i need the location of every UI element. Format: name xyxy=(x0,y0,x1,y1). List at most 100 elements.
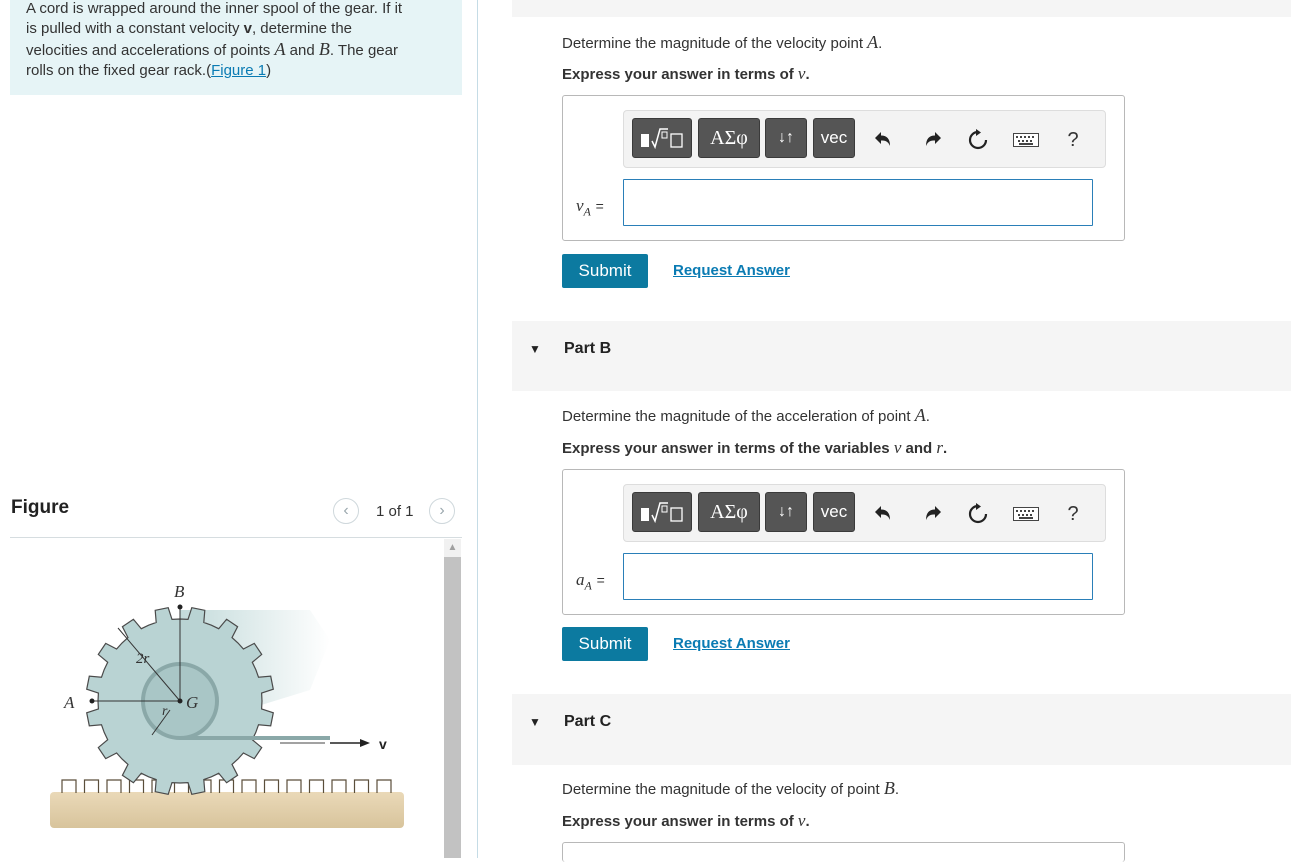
undo-icon[interactable] xyxy=(870,501,896,527)
rack-tooth xyxy=(353,779,370,793)
problem-line-2-text: is pulled with a constant velocity xyxy=(26,20,244,37)
part-b-label: Part B xyxy=(564,340,612,357)
keyboard-icon[interactable] xyxy=(1011,501,1041,527)
keyboard-icon[interactable] xyxy=(1011,127,1041,153)
part-a-instructions: Express your answer in terms of v. xyxy=(562,64,810,84)
collapse-triangle-icon[interactable]: ▼ xyxy=(529,715,541,729)
problem-line-4: rolls on the fixed gear rack.(Figure 1) xyxy=(26,61,446,81)
equals-sign: = xyxy=(595,198,604,214)
point-a-dot xyxy=(89,698,95,704)
figure-scrollbar[interactable]: ▲ xyxy=(444,539,461,858)
scroll-up-arrow-icon[interactable]: ▲ xyxy=(444,539,461,556)
part-b-question-text: Determine the magnitude of the accelerat… xyxy=(562,408,915,425)
gear-rack xyxy=(50,792,404,828)
paren-close: ) xyxy=(266,62,272,79)
part-a-answer-label: vA = xyxy=(576,196,604,219)
part-b-instr-var2: r xyxy=(936,438,943,457)
part-b-answer-label: aA = xyxy=(576,570,605,593)
part-a-instr-suffix: . xyxy=(805,66,810,83)
part-c-question-text: Determine the magnitude of the velocity … xyxy=(562,781,884,798)
part-a-submit-button[interactable]: Submit xyxy=(562,254,648,288)
part-a-request-answer-link[interactable]: Request Answer xyxy=(673,262,790,279)
part-a-question-text: Determine the magnitude of the velocity … xyxy=(562,35,868,52)
label-2r: 2r xyxy=(136,651,150,667)
rack-tooth xyxy=(308,779,325,793)
part-b-math-toolbar: ΑΣφ ↓↑ vec ? xyxy=(623,484,1106,542)
arrows-button[interactable]: ↓↑ xyxy=(765,118,807,158)
part-a-answer-box: ΑΣφ ↓↑ vec ? vA = xyxy=(562,95,1125,241)
problem-line-3: velocities and accelerations of points A… xyxy=(26,39,446,61)
part-b-submit-button[interactable]: Submit xyxy=(562,627,648,661)
point-b-dot xyxy=(177,604,183,610)
part-b-instructions: Express your answer in terms of the vari… xyxy=(562,438,947,458)
part-b-answer-input[interactable] xyxy=(623,553,1093,600)
part-b-request-answer-link[interactable]: Request Answer xyxy=(673,635,790,652)
part-b-question-suffix: . xyxy=(925,408,930,425)
rack-tooth xyxy=(376,779,392,793)
templates-icon xyxy=(641,502,683,524)
chevron-left-icon: ‹ xyxy=(343,502,349,519)
templates-icon xyxy=(641,128,683,150)
problem-statement: A cord is wrapped around the inner spool… xyxy=(10,0,462,95)
greek-symbols-button[interactable]: ΑΣφ xyxy=(698,492,760,532)
greek-symbols-button[interactable]: ΑΣφ xyxy=(698,118,760,158)
part-b-question-var: A xyxy=(914,405,926,425)
templates-button[interactable] xyxy=(632,492,692,532)
figure-next-button[interactable]: › xyxy=(429,498,455,524)
label-b: B xyxy=(174,582,185,601)
problem-line-3-tail: . The gear xyxy=(329,42,398,59)
rack-tooth xyxy=(241,779,257,793)
part-a-question-suffix: . xyxy=(878,35,883,52)
vec-button[interactable]: vec xyxy=(813,492,855,532)
problem-line-1: A cord is wrapped around the inner spool… xyxy=(26,0,403,17)
figure-prev-button[interactable]: ‹ xyxy=(333,498,359,524)
part-b-header[interactable]: ▼ Part B xyxy=(512,321,1291,391)
label-g: G xyxy=(186,693,198,712)
vec-button[interactable]: vec xyxy=(813,118,855,158)
point-a-symbol: A xyxy=(274,39,286,59)
rack-tooth xyxy=(106,779,122,793)
redo-icon[interactable] xyxy=(920,127,946,153)
part-c-header[interactable]: ▼ Part C xyxy=(512,694,1291,765)
part-b-answer-var: a xyxy=(576,570,585,589)
part-a-instr-text: Express your answer in terms of xyxy=(562,66,798,83)
label-v: v xyxy=(379,736,387,752)
undo-icon[interactable] xyxy=(870,127,896,153)
figure-link[interactable]: Figure 1 xyxy=(211,62,266,79)
part-a-question-var: A xyxy=(867,32,879,52)
part-a-math-toolbar: ΑΣφ ↓↑ vec ? xyxy=(623,110,1106,168)
collapse-triangle-icon[interactable]: ▼ xyxy=(529,342,541,356)
center-point xyxy=(177,698,183,704)
redo-icon[interactable] xyxy=(920,501,946,527)
arrow-head-icon xyxy=(360,739,370,747)
templates-button[interactable] xyxy=(632,118,692,158)
part-c-instructions: Express your answer in terms of v. xyxy=(562,811,810,831)
part-a-answer-sub: A xyxy=(583,204,591,219)
rack-tooth xyxy=(61,779,77,793)
left-pane: A cord is wrapped around the inner spool… xyxy=(0,0,478,858)
point-b-symbol: B xyxy=(318,39,330,59)
part-b-instr-suffix: . xyxy=(943,440,948,457)
part-c-question: Determine the magnitude of the velocity … xyxy=(562,778,899,799)
velocity-symbol: v xyxy=(243,20,252,37)
help-button[interactable]: ? xyxy=(1060,127,1086,153)
reset-icon[interactable] xyxy=(965,127,991,153)
problem-line-4-text: rolls on the fixed gear rack. xyxy=(26,62,207,79)
part-a-header-bar xyxy=(512,0,1291,17)
arrows-button[interactable]: ↓↑ xyxy=(765,492,807,532)
reset-icon[interactable] xyxy=(965,501,991,527)
part-b-instr-text: Express your answer in terms of the vari… xyxy=(562,440,894,457)
and-text: and xyxy=(285,42,319,59)
help-button[interactable]: ? xyxy=(1060,501,1086,527)
part-b-instr-mid: and xyxy=(901,440,937,457)
part-c-instr-text: Express your answer in terms of xyxy=(562,813,798,830)
part-c-answer-box xyxy=(562,842,1125,862)
scrollbar-thumb[interactable] xyxy=(444,557,461,858)
figure-title: Figure xyxy=(11,497,70,518)
part-c-label: Part C xyxy=(564,713,612,730)
part-a-question: Determine the magnitude of the velocity … xyxy=(562,32,882,53)
part-c-question-suffix: . xyxy=(894,781,900,798)
part-a-answer-var: v xyxy=(576,196,584,215)
figure-header: Figure ‹ 1 of 1 › xyxy=(10,490,462,536)
part-a-answer-input[interactable] xyxy=(623,179,1093,226)
